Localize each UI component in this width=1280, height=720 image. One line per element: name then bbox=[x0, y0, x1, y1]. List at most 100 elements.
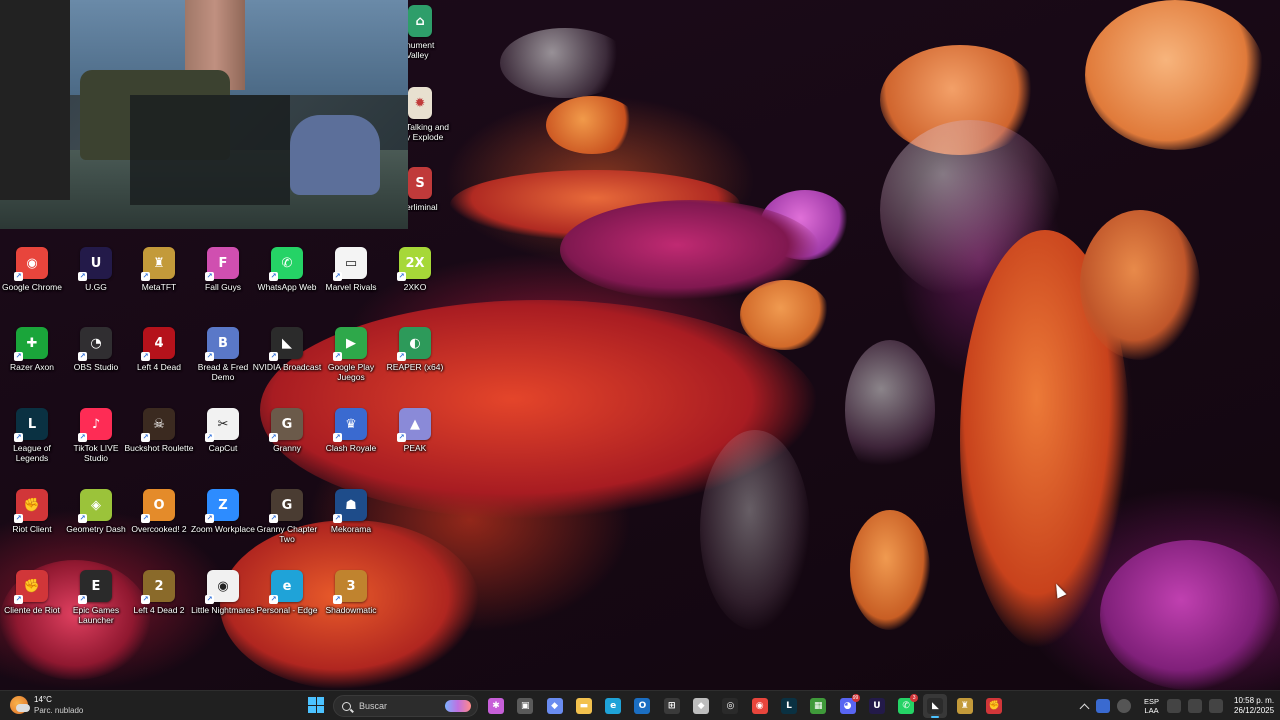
shortcut-arrow-icon: ↗ bbox=[333, 272, 342, 281]
microphone-icon[interactable] bbox=[1117, 699, 1131, 713]
keyboard-layout: LAA bbox=[1144, 706, 1159, 715]
desktop-icon[interactable]: Serliminal bbox=[408, 167, 452, 212]
desktop-icon[interactable]: ◔ ↗ OBS Studio bbox=[64, 327, 128, 372]
superliminal-icon: S bbox=[408, 167, 432, 199]
shortcut-arrow-icon: ↗ bbox=[269, 272, 278, 281]
show-hidden-icons-chevron-icon[interactable] bbox=[1079, 703, 1090, 713]
desktop-icon[interactable]: e ↗ Personal - Edge bbox=[255, 570, 319, 615]
desktop-icon[interactable]: G ↗ Granny Chapter Two bbox=[255, 489, 319, 544]
metatft-icon: ♜ ↗ bbox=[141, 247, 175, 281]
desktop-icon[interactable]: ☗ ↗ Mekorama bbox=[319, 489, 383, 534]
desktop-icon[interactable]: ◣ ↗ NVIDIA Broadcast bbox=[252, 327, 322, 372]
desktop-icon[interactable]: ♛ ↗ Clash Royale bbox=[319, 408, 383, 453]
razer-axon-icon: ✚ ↗ bbox=[14, 327, 48, 361]
taskbar-app-button[interactable]: ◣ bbox=[923, 694, 948, 718]
shortcut-arrow-icon: ↗ bbox=[141, 272, 150, 281]
desktop-icon[interactable]: G ↗ Granny bbox=[255, 408, 319, 453]
desktop-icon-label: Left 4 Dead 2 bbox=[133, 605, 185, 615]
desktop-icon-label: Granny bbox=[273, 443, 301, 453]
desktop-icon[interactable]: ♪ ↗ TikTok LIVE Studio bbox=[64, 408, 128, 463]
desktop-icon[interactable]: ◐ ↗ REAPER (x64) bbox=[383, 327, 447, 372]
language-indicator[interactable]: ESP LAA bbox=[1144, 697, 1159, 715]
taskbar-app-button[interactable]: ◆ bbox=[543, 694, 567, 718]
desktop-icon[interactable]: ◉ ↗ Google Chrome bbox=[0, 247, 64, 292]
file-explorer-icon: ▬ bbox=[575, 698, 592, 714]
desktop-icon[interactable]: ⌂ nument Valley bbox=[408, 5, 452, 60]
desktop-icon-label: Zoom Workplace bbox=[190, 524, 256, 534]
desktop-icon[interactable]: ◉ ↗ Little Nightmares bbox=[191, 570, 255, 615]
taskbar-app-button[interactable]: ▦ bbox=[806, 694, 830, 718]
desktop-icon[interactable]: 4 ↗ Left 4 Dead bbox=[127, 327, 191, 372]
desktop-icon[interactable]: 2 ↗ Left 4 Dead 2 bbox=[127, 570, 191, 615]
desktop-icon-label: erliminal bbox=[408, 202, 438, 212]
desktop-icon[interactable]: ✆ ↗ WhatsApp Web bbox=[255, 247, 319, 292]
weather-widget[interactable]: 14°C Parc. nublado bbox=[10, 694, 83, 716]
desktop-icon-label: Marvel Rivals bbox=[325, 282, 377, 292]
desktop-icon[interactable]: F ↗ Fall Guys bbox=[191, 247, 255, 292]
desktop-icon[interactable]: O ↗ Overcooked! 2 bbox=[127, 489, 191, 534]
taskbar-app-button[interactable]: L bbox=[777, 694, 801, 718]
outlook-icon: O bbox=[634, 698, 651, 714]
desktop-icon[interactable]: ✊ ↗ Riot Client bbox=[0, 489, 64, 534]
desktop-icon[interactable]: ▲ ↗ PEAK bbox=[383, 408, 447, 453]
desktop-icon[interactable]: E ↗ Epic Games Launcher bbox=[64, 570, 128, 625]
network-icon[interactable] bbox=[1167, 699, 1182, 713]
taskbar-app-button[interactable]: ✱ bbox=[484, 694, 508, 718]
taskbar-app-button[interactable]: ✊ bbox=[982, 694, 1006, 718]
taskbar-app-button[interactable]: ⊞ bbox=[660, 694, 684, 718]
github-icon: ◎ bbox=[722, 698, 739, 714]
onedrive-icon[interactable] bbox=[1096, 699, 1110, 713]
taskbar-search-box[interactable]: Buscar bbox=[333, 695, 478, 717]
webcam-overlay bbox=[0, 0, 408, 229]
microsoft-store-icon: ⊞ bbox=[663, 698, 680, 714]
desktop-icon[interactable]: Z ↗ Zoom Workplace bbox=[191, 489, 255, 534]
taskbar-app-button[interactable]: ◎ bbox=[718, 694, 742, 718]
desktop-icon[interactable]: ✹ Talking and y Explode bbox=[408, 87, 452, 142]
shortcut-arrow-icon: ↗ bbox=[14, 272, 23, 281]
shortcut-arrow-icon: ↗ bbox=[14, 514, 23, 523]
taskbar-app-button[interactable]: ♜ bbox=[953, 694, 977, 718]
taskbar-app-button[interactable]: ▣ bbox=[513, 694, 537, 718]
battery-icon[interactable] bbox=[1209, 699, 1224, 713]
clock[interactable]: 10:58 p. m. 26/12/2025 bbox=[1234, 696, 1274, 716]
desktop-icon[interactable]: ✂ ↗ CapCut bbox=[191, 408, 255, 453]
volume-icon[interactable] bbox=[1188, 699, 1203, 713]
desktop-icon[interactable]: ▶ ↗ Google Play Juegos bbox=[319, 327, 383, 382]
desktop-icon-label: Bread & Fred Demo bbox=[197, 362, 249, 382]
partly-cloudy-icon bbox=[10, 696, 30, 714]
search-placeholder: Buscar bbox=[359, 701, 388, 711]
desktop-icon[interactable]: B ↗ Bread & Fred Demo bbox=[191, 327, 255, 382]
taskbar-app-button[interactable]: ◕ 99 bbox=[836, 694, 860, 718]
left-4-dead-2-icon: 2 ↗ bbox=[141, 570, 175, 604]
taskbar-app-button[interactable]: U bbox=[865, 694, 889, 718]
taskbar-app-button[interactable]: ▬ bbox=[572, 694, 596, 718]
taskbar: 14°C Parc. nublado Buscar ✱ ▣ ◆ ▬ e O ⊞ ◆ ◎ ◉ L ▦ ◕ 9… bbox=[0, 690, 1280, 720]
2xko-icon: 2X ↗ bbox=[397, 247, 431, 281]
taskbar-app-button[interactable]: ◉ bbox=[748, 694, 772, 718]
desktop-icon-label: NVIDIA Broadcast bbox=[252, 362, 322, 372]
desktop-icon[interactable]: L ↗ League of Legends bbox=[0, 408, 64, 463]
taskbar-app-button[interactable]: ◆ bbox=[689, 694, 713, 718]
start-button[interactable] bbox=[308, 697, 324, 713]
desktop-icon[interactable]: 3 ↗ Shadowmatic bbox=[319, 570, 383, 615]
shortcut-arrow-icon: ↗ bbox=[397, 272, 406, 281]
riot-client-icon: ✊ ↗ bbox=[14, 489, 48, 523]
shortcut-arrow-icon: ↗ bbox=[141, 595, 150, 604]
desktop-icon[interactable]: ✊ ↗ Cliente de Riot bbox=[0, 570, 64, 615]
taskbar-app-button[interactable]: O bbox=[630, 694, 654, 718]
shortcut-arrow-icon: ↗ bbox=[78, 272, 87, 281]
desktop-icon[interactable]: U ↗ U.GG bbox=[64, 247, 128, 292]
ugg-icon: U ↗ bbox=[78, 247, 112, 281]
desktop-icon-label: PEAK bbox=[403, 443, 427, 453]
desktop-icon[interactable]: ✚ ↗ Razer Axon bbox=[0, 327, 64, 372]
desktop-icon[interactable]: ▭ ↗ Marvel Rivals bbox=[319, 247, 383, 292]
desktop-icon-label: Personal - Edge bbox=[256, 605, 318, 615]
taskbar-app-button[interactable]: ✆ 3 bbox=[894, 694, 919, 718]
desktop-icon[interactable]: ♜ ↗ MetaTFT bbox=[127, 247, 191, 292]
desktop-icon[interactable]: ◈ ↗ Geometry Dash bbox=[64, 489, 128, 534]
desktop-icon[interactable]: ☠ ↗ Buckshot Roulette bbox=[125, 408, 193, 453]
taskbar-app-button[interactable]: e bbox=[601, 694, 625, 718]
minecraft-icon: ▦ bbox=[810, 698, 827, 714]
desktop-icon[interactable]: 2X ↗ 2XKO bbox=[383, 247, 447, 292]
language-code: ESP bbox=[1144, 697, 1160, 706]
